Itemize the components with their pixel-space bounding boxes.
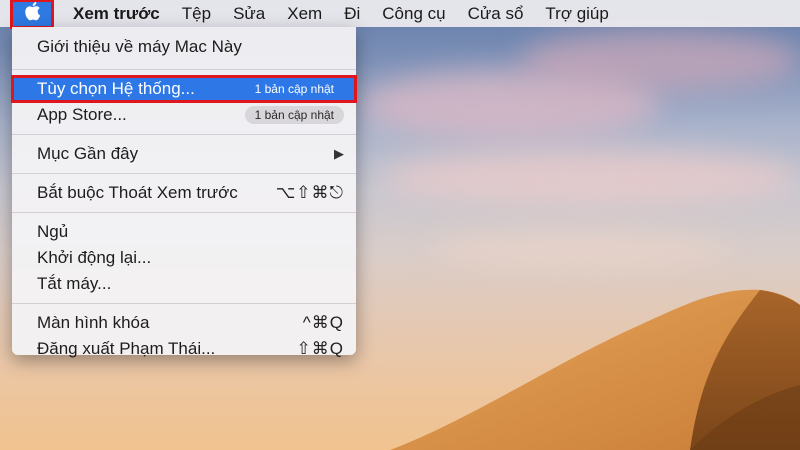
menu-item-restart[interactable]: Khởi động lại... [12,245,356,271]
menu-separator [12,173,356,174]
keyboard-shortcut: ^⌘Q [302,313,344,332]
menu-bar: Xem trước Tệp Sửa Xem Đi Công cụ Cửa sổ … [0,0,800,29]
menu-edit[interactable]: Sửa [222,4,276,24]
menu-item-lock-screen[interactable]: Màn hình khóa ^⌘Q [12,310,356,336]
menu-item-sleep[interactable]: Ngủ [12,219,356,245]
apple-dropdown-menu: Giới thiệu về máy Mac Này Tùy chọn Hệ th… [11,27,357,358]
menu-separator [12,134,356,135]
menu-tools[interactable]: Công cụ [371,4,456,24]
menu-view[interactable]: Xem [276,4,333,24]
menu-file[interactable]: Tệp [171,4,222,24]
menu-item-logout[interactable]: Đăng xuất Phạm Thái... ⇧⌘Q [12,336,356,362]
menu-separator [12,303,356,304]
menu-separator [12,69,356,70]
menu-item-label: Màn hình khóa [37,313,150,332]
apple-menu-button[interactable] [10,0,54,29]
apple-logo-icon [23,1,41,26]
menu-item-label: Mục Gần đây [37,144,139,163]
menu-item-about[interactable]: Giới thiệu về máy Mac Này [12,31,356,63]
menu-app-name[interactable]: Xem trước [62,4,171,24]
menu-item-label: Tùy chọn Hệ thống... [37,79,195,98]
menu-item-label: Khởi động lại... [37,248,152,267]
menu-window[interactable]: Cửa sổ [457,4,535,24]
menu-item-shutdown[interactable]: Tắt máy... [12,271,356,297]
update-badge: 1 bản cập nhật [244,106,344,124]
menu-help[interactable]: Trợ giúp [534,4,619,24]
menu-separator [12,212,356,213]
keyboard-shortcut: ⇧⌘Q [296,339,344,358]
keyboard-shortcut: ⌥⇧⌘⎋ [275,183,344,202]
update-badge: 1 bản cập nhật [254,82,334,96]
menu-item-label: Bắt buộc Thoát Xem trước [37,183,238,202]
menu-item-system-preferences[interactable]: Tùy chọn Hệ thống... 1 bản cập nhật [11,75,357,103]
submenu-arrow-icon: ▶ [334,146,344,161]
menu-item-label: Tắt máy... [37,274,112,293]
menu-item-label: Ngủ [37,222,69,241]
menu-item-app-store[interactable]: App Store... 1 bản cập nhật [12,102,356,128]
menu-item-label: Đăng xuất Phạm Thái... [37,339,216,358]
menu-item-label: App Store... [37,105,127,124]
desktop: Xem trước Tệp Sửa Xem Đi Công cụ Cửa sổ … [0,0,800,450]
menu-item-force-quit[interactable]: Bắt buộc Thoát Xem trước ⌥⇧⌘⎋ [12,180,356,206]
menu-item-label: Giới thiệu về máy Mac Này [37,37,242,56]
menu-item-recent-items[interactable]: Mục Gần đây ▶ [12,141,356,167]
menu-go[interactable]: Đi [333,4,371,24]
